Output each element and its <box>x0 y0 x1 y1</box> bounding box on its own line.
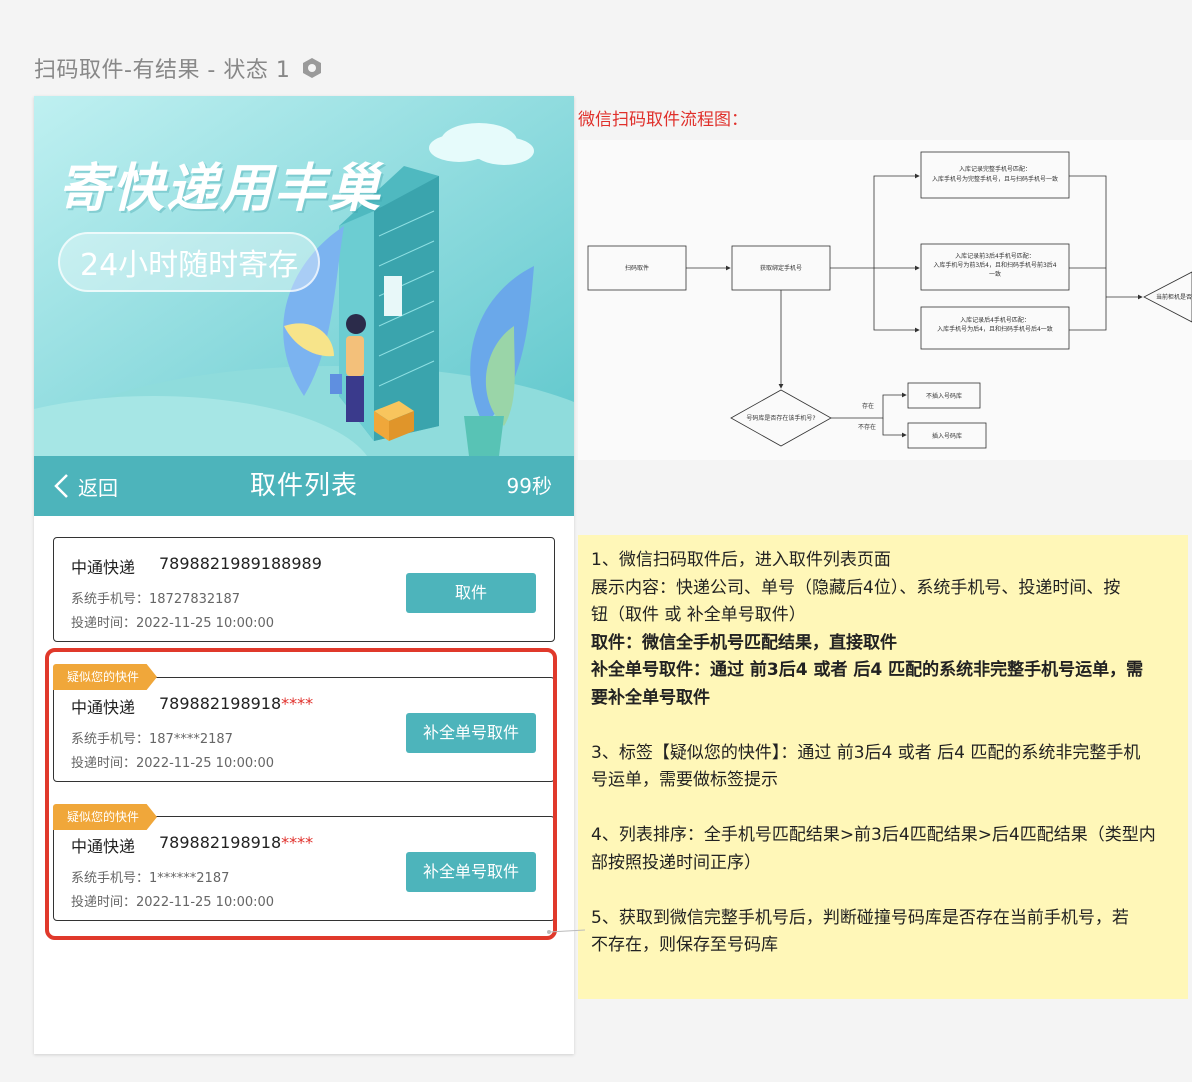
note-line: 钮（取件 或 补全单号取件） <box>591 605 806 625</box>
page-title: 扫码取件-有结果 - 状态 1 <box>34 52 324 84</box>
highlight-box <box>45 648 557 940</box>
flow-label: 号码库是否存在该手机号? <box>746 414 815 422</box>
flow-label: 入库记录完整手机号匹配： <box>959 165 1031 173</box>
note-line: 5、获取到微信完整手机号后，判断碰撞号码库是否存在当前手机号，若 <box>591 907 1129 928</box>
flow-label: 当前柜机是否 <box>1156 293 1192 301</box>
flowchart: 扫码取件 获取绑定手机号 入库记录完整手机号匹配： 入库手机号为完整手机号，且与… <box>578 140 1192 460</box>
promo-banner: 寄快递用丰巢 24小时随时寄存 <box>34 96 574 456</box>
flow-label: 一致 <box>989 270 1001 278</box>
system-phone: 系统手机号：18727832187 <box>71 592 240 607</box>
countdown-timer: 99秒 <box>506 474 552 498</box>
note-line: 1、微信扫码取件后，进入取件列表页面 <box>591 550 891 570</box>
flowchart-caption: 微信扫码取件流程图： <box>578 110 748 130</box>
banner-subtitle: 24小时随时寄存 <box>58 232 321 292</box>
note-line: 号运单，需要做标签提示 <box>591 770 778 790</box>
note-line: 部按照投递时间正序） <box>591 852 761 873</box>
annotation-note: 1、微信扫码取件后，进入取件列表页面 展示内容：快递公司、单号（隐藏后4位）、系… <box>578 535 1188 999</box>
component-icon <box>303 58 322 78</box>
flow-label: 不插入号码库 <box>926 392 962 400</box>
phone-mockup: 寄快递用丰巢 24小时随时寄存 返回 取件列表 99秒 中通快递 7898821… <box>34 96 574 1054</box>
nav-title: 取件列表 <box>249 471 358 501</box>
navbar: 返回 取件列表 99秒 <box>34 456 574 516</box>
flow-label: 不存在 <box>858 423 876 431</box>
flow-label: 存在 <box>862 402 874 410</box>
flow-start-label: 扫码取件 <box>625 264 649 272</box>
flow-step-label: 获取绑定手机号 <box>760 264 802 272</box>
flow-label: 插入号码库 <box>932 432 962 440</box>
page-title-text: 扫码取件-有结果 - 状态 1 <box>34 58 291 83</box>
note-line: 补全单号取件：通过 前3后4 或者 后4 匹配的系统非完整手机号运单，需 <box>591 660 1144 680</box>
flow-label: 入库记录后4手机号匹配： <box>960 316 1030 324</box>
flow-label: 入库记录前3后4手机号匹配： <box>955 252 1035 260</box>
flow-label: 入库手机号为完整手机号，且与扫码手机号一致 <box>932 175 1058 183</box>
banner-title: 寄快递用丰巢 <box>58 159 383 219</box>
note-line: 3、标签【疑似您的快件】：通过 前3后4 或者 后4 匹配的系统非完整手机 <box>591 742 1141 763</box>
waybill-number: 7898821989188989 <box>159 554 322 573</box>
note-line: 展示内容：快递公司、单号（隐藏后4位）、系统手机号、投递时间、按 <box>591 577 1121 598</box>
note-connector <box>547 929 585 934</box>
pickup-button[interactable]: 取件 <box>406 573 536 613</box>
note-line: 要补全单号取件 <box>591 687 710 708</box>
note-line: 4、列表排序：全手机号匹配结果>前3后4匹配结果>后4匹配结果（类型内 <box>591 825 1156 845</box>
delivery-time: 投递时间：2022-11-25 10:00:00 <box>71 616 275 631</box>
note-line: 取件：微信全手机号匹配结果，直接取件 <box>591 632 897 653</box>
flow-label: 入库手机号为前3后4，且和扫码手机号前3后4 <box>933 261 1056 269</box>
note-line: 不存在，则保存至号码库 <box>591 935 778 955</box>
flow-label: 入库手机号为后4，且和扫码手机号后4一致 <box>937 325 1053 333</box>
parcel-card: 中通快递 7898821989188989 系统手机号：18727832187 … <box>53 537 555 642</box>
courier-company: 中通快递 <box>71 558 136 577</box>
